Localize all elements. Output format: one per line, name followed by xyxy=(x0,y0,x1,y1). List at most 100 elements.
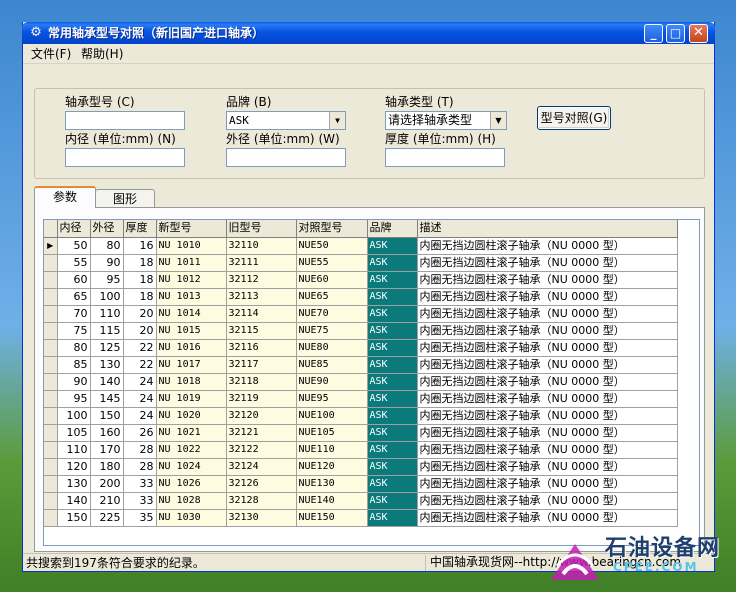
cell-description[interactable]: 内圈无挡边圆柱滚子轴承（NU 0000 型） xyxy=(417,339,678,357)
row-indicator[interactable] xyxy=(44,390,58,408)
results-grid[interactable]: 内径 外径 厚度 新型号 旧型号 对照型号 品牌 描述 ▶ 50 80 16 NU 10… xyxy=(43,219,700,546)
cell-description[interactable]: 内圈无挡边圆柱滚子轴承（NU 0000 型） xyxy=(417,288,678,306)
cell-inner[interactable]: 150 xyxy=(57,509,91,527)
cell-compare-model[interactable]: NUE50 xyxy=(296,237,368,255)
row-indicator[interactable] xyxy=(44,441,58,459)
cell-compare-model[interactable]: NUE110 xyxy=(296,441,368,459)
cell-old-model[interactable]: 32128 xyxy=(226,492,297,510)
cell-thickness[interactable]: 26 xyxy=(123,424,157,442)
cell-new-model[interactable]: NU 1020 xyxy=(156,407,227,425)
cell-inner[interactable]: 85 xyxy=(57,356,91,374)
cell-old-model[interactable]: 32111 xyxy=(226,254,297,272)
cell-compare-model[interactable]: NUE80 xyxy=(296,339,368,357)
cell-outer[interactable]: 170 xyxy=(90,441,124,459)
maximize-button[interactable]: □ xyxy=(666,24,685,43)
cell-outer[interactable]: 90 xyxy=(90,254,124,272)
col-header-thickness[interactable]: 厚度 xyxy=(123,220,157,238)
cell-description[interactable]: 内圈无挡边圆柱滚子轴承（NU 0000 型） xyxy=(417,322,678,340)
cell-inner[interactable]: 75 xyxy=(57,322,91,340)
cell-inner[interactable]: 95 xyxy=(57,390,91,408)
cell-outer[interactable]: 100 xyxy=(90,288,124,306)
cell-new-model[interactable]: NU 1011 xyxy=(156,254,227,272)
table-row[interactable]: 80 125 22 NU 1016 32116 NUE80 ASK 内圈无挡边圆柱滚子轴承（N… xyxy=(44,339,678,357)
cell-brand[interactable]: ASK xyxy=(367,509,418,527)
cell-compare-model[interactable]: NUE120 xyxy=(296,458,368,476)
cell-description[interactable]: 内圈无挡边圆柱滚子轴承（NU 0000 型） xyxy=(417,271,678,289)
title-bar[interactable]: ⚙ 常用轴承型号对照（新旧国产进口轴承） _ □ ✕ xyxy=(22,22,715,44)
row-indicator[interactable] xyxy=(44,475,58,493)
cell-outer[interactable]: 115 xyxy=(90,322,124,340)
cell-outer[interactable]: 130 xyxy=(90,356,124,374)
cell-outer[interactable]: 140 xyxy=(90,373,124,391)
cell-thickness[interactable]: 28 xyxy=(123,441,157,459)
cell-thickness[interactable]: 33 xyxy=(123,475,157,493)
col-header-brand[interactable]: 品牌 xyxy=(367,220,418,238)
table-row[interactable]: 95 145 24 NU 1019 32119 NUE95 ASK 内圈无挡边圆柱滚子轴承（N… xyxy=(44,390,678,408)
cell-brand[interactable]: ASK xyxy=(367,356,418,374)
cell-old-model[interactable]: 32119 xyxy=(226,390,297,408)
cell-thickness[interactable]: 24 xyxy=(123,390,157,408)
tab-params[interactable]: 参数 xyxy=(34,186,96,208)
cell-new-model[interactable]: NU 1026 xyxy=(156,475,227,493)
brand-select[interactable]: ASK ▼ xyxy=(226,111,346,130)
cell-old-model[interactable]: 32124 xyxy=(226,458,297,476)
col-header-outer[interactable]: 外径 xyxy=(90,220,124,238)
cell-thickness[interactable]: 33 xyxy=(123,492,157,510)
cell-brand[interactable]: ASK xyxy=(367,424,418,442)
cell-compare-model[interactable]: NUE150 xyxy=(296,509,368,527)
table-row[interactable]: 100 150 24 NU 1020 32120 NUE100 ASK 内圈无挡边圆柱滚子轴承… xyxy=(44,407,678,425)
cell-outer[interactable]: 225 xyxy=(90,509,124,527)
cell-outer[interactable]: 180 xyxy=(90,458,124,476)
cell-old-model[interactable]: 32116 xyxy=(226,339,297,357)
cell-compare-model[interactable]: NUE60 xyxy=(296,271,368,289)
row-indicator[interactable] xyxy=(44,305,58,323)
col-header-description[interactable]: 描述 xyxy=(417,220,678,238)
compare-model-button[interactable]: 型号对照(G) xyxy=(537,106,611,130)
table-row[interactable]: 140 210 33 NU 1028 32128 NUE140 ASK 内圈无挡边圆柱滚子轴承… xyxy=(44,492,678,510)
cell-old-model[interactable]: 32117 xyxy=(226,356,297,374)
cell-brand[interactable]: ASK xyxy=(367,373,418,391)
row-indicator[interactable] xyxy=(44,492,58,510)
cell-inner[interactable]: 140 xyxy=(57,492,91,510)
cell-outer[interactable]: 80 xyxy=(90,237,124,255)
table-row[interactable]: 65 100 18 NU 1013 32113 NUE65 ASK 内圈无挡边圆柱滚子轴承（N… xyxy=(44,288,678,306)
cell-brand[interactable]: ASK xyxy=(367,458,418,476)
row-indicator[interactable] xyxy=(44,458,58,476)
cell-old-model[interactable]: 32130 xyxy=(226,509,297,527)
cell-inner[interactable]: 50 xyxy=(57,237,91,255)
row-indicator[interactable] xyxy=(44,339,58,357)
cell-outer[interactable]: 110 xyxy=(90,305,124,323)
row-indicator[interactable] xyxy=(44,424,58,442)
cell-inner[interactable]: 90 xyxy=(57,373,91,391)
cell-brand[interactable]: ASK xyxy=(367,305,418,323)
cell-inner[interactable]: 65 xyxy=(57,288,91,306)
row-indicator[interactable] xyxy=(44,322,58,340)
cell-new-model[interactable]: NU 1012 xyxy=(156,271,227,289)
row-indicator[interactable] xyxy=(44,254,58,272)
cell-thickness[interactable]: 18 xyxy=(123,271,157,289)
cell-old-model[interactable]: 32118 xyxy=(226,373,297,391)
table-row[interactable]: 130 200 33 NU 1026 32126 NUE130 ASK 内圈无挡边圆柱滚子轴承… xyxy=(44,475,678,493)
table-row[interactable]: 60 95 18 NU 1012 32112 NUE60 ASK 内圈无挡边圆柱滚子轴承（NU… xyxy=(44,271,678,289)
row-indicator[interactable] xyxy=(44,271,58,289)
cell-thickness[interactable]: 35 xyxy=(123,509,157,527)
chevron-down-icon[interactable]: ▼ xyxy=(329,112,345,129)
cell-compare-model[interactable]: NUE65 xyxy=(296,288,368,306)
cell-new-model[interactable]: NU 1018 xyxy=(156,373,227,391)
cell-description[interactable]: 内圈无挡边圆柱滚子轴承（NU 0000 型） xyxy=(417,424,678,442)
cell-new-model[interactable]: NU 1024 xyxy=(156,458,227,476)
cell-outer[interactable]: 125 xyxy=(90,339,124,357)
cell-brand[interactable]: ASK xyxy=(367,390,418,408)
cell-new-model[interactable]: NU 1019 xyxy=(156,390,227,408)
cell-thickness[interactable]: 24 xyxy=(123,373,157,391)
table-row[interactable]: 110 170 28 NU 1022 32122 NUE110 ASK 内圈无挡边圆柱滚子轴承… xyxy=(44,441,678,459)
cell-new-model[interactable]: NU 1028 xyxy=(156,492,227,510)
cell-inner[interactable]: 120 xyxy=(57,458,91,476)
cell-description[interactable]: 内圈无挡边圆柱滚子轴承（NU 0000 型） xyxy=(417,373,678,391)
table-row[interactable]: 150 225 35 NU 1030 32130 NUE150 ASK 内圈无挡边圆柱滚子轴承… xyxy=(44,509,678,527)
cell-new-model[interactable]: NU 1016 xyxy=(156,339,227,357)
cell-outer[interactable]: 200 xyxy=(90,475,124,493)
col-header-compare-model[interactable]: 对照型号 xyxy=(296,220,368,238)
cell-thickness[interactable]: 20 xyxy=(123,305,157,323)
cell-new-model[interactable]: NU 1017 xyxy=(156,356,227,374)
